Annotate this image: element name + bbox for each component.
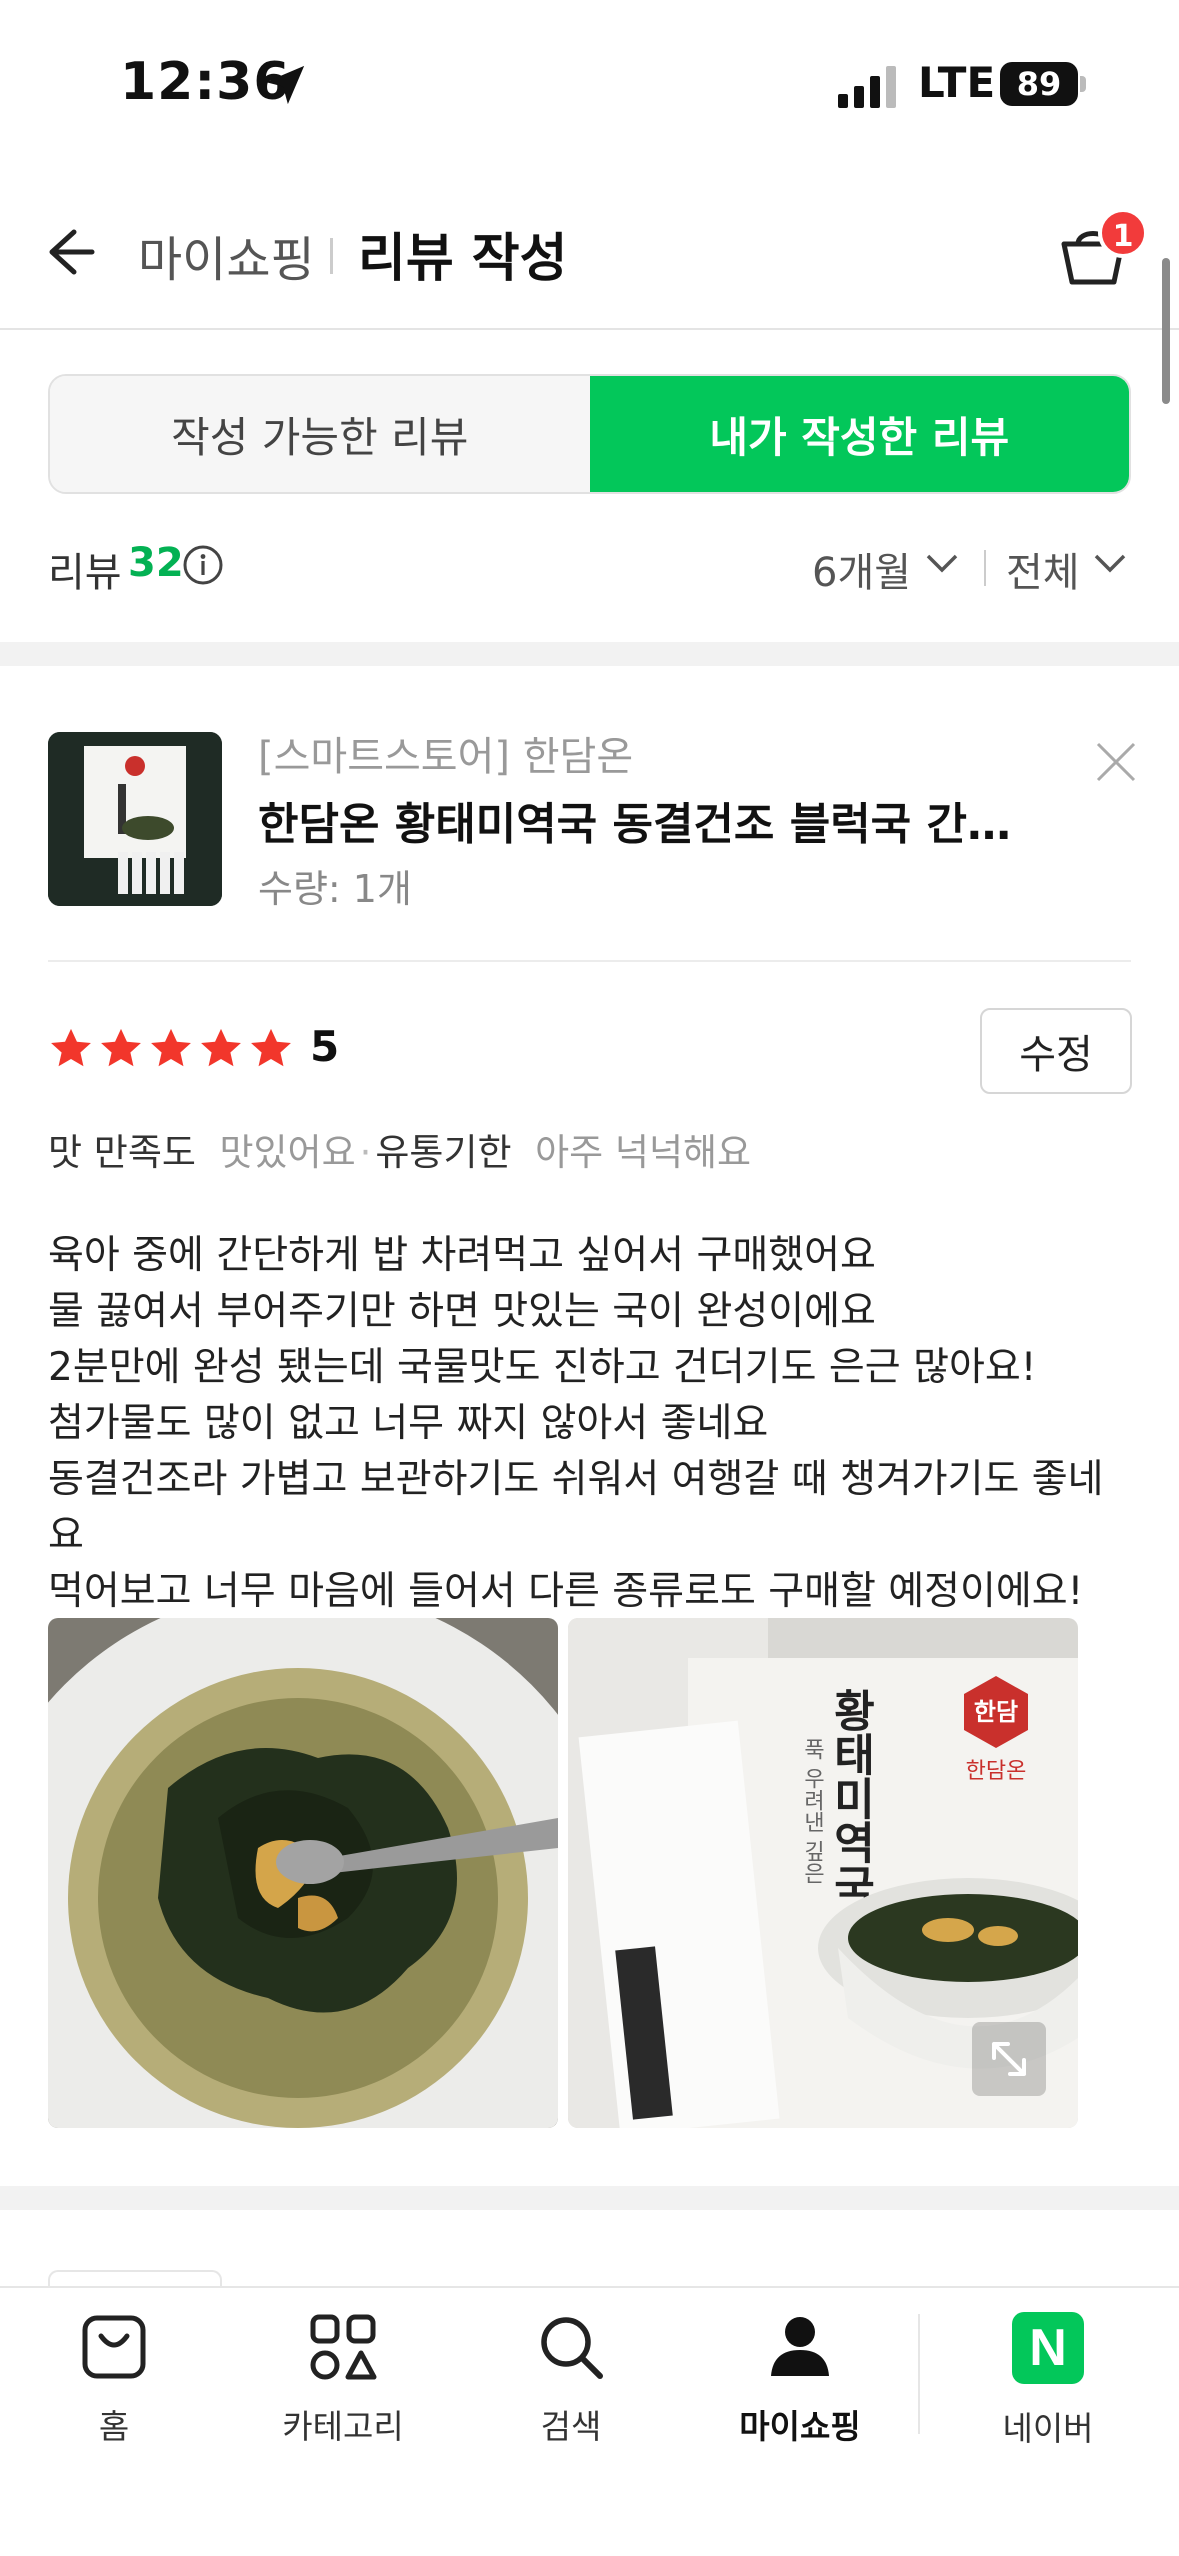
product-name[interactable]: 한담온 황태미역국 동결건조 블럭국 간편... xyxy=(258,788,1048,852)
breadcrumb-myshopping[interactable]: 마이쇼핑 xyxy=(138,220,315,290)
nav-search[interactable]: 검색 xyxy=(471,2312,671,2448)
breadcrumb-divider xyxy=(330,238,333,274)
product-quantity: 수량: 1개 xyxy=(258,867,412,911)
back-arrow-icon[interactable] xyxy=(40,222,100,282)
package-title: 황태미역국 xyxy=(825,1688,876,1908)
divider xyxy=(48,960,1131,962)
section-gap xyxy=(0,2186,1179,2210)
filter-row: 리뷰 32 6개월 전체 xyxy=(48,540,1131,600)
product-thumbnail[interactable] xyxy=(48,732,222,906)
scope-dropdown[interactable]: 전체 xyxy=(1006,540,1080,598)
attribute-key: 유통기한 xyxy=(375,1131,512,1174)
bottom-navigation: 홈 카테고리 검색 마이쇼핑 N 네이버 xyxy=(0,2286,1179,2556)
attribute-value: 맛있어요 xyxy=(219,1131,356,1174)
review-count-label: 리뷰 xyxy=(48,550,122,596)
section-gap xyxy=(0,642,1179,666)
star-rating xyxy=(48,1026,294,1072)
tab-writable-reviews[interactable]: 작성 가능한 리뷰 xyxy=(50,376,590,492)
store-name[interactable]: [스마트스토어] 한담온 xyxy=(258,724,633,782)
page-title: 리뷰 작성 xyxy=(358,229,568,289)
attribute-separator: · xyxy=(359,1131,372,1174)
review-line: 첨가물도 많이 없고 너무 짜지 않아서 좋네요 xyxy=(48,1401,769,1446)
review-count: 32 xyxy=(128,540,184,586)
cellular-signal-icon xyxy=(838,66,896,108)
info-icon[interactable] xyxy=(182,544,224,586)
search-icon xyxy=(541,2317,603,2379)
battery-icon: 89 xyxy=(1000,62,1078,106)
chevron-down-icon[interactable] xyxy=(1092,552,1128,576)
nav-naver[interactable]: N 네이버 xyxy=(948,2312,1148,2450)
person-icon xyxy=(771,2317,829,2376)
nav-label: 카테고리 xyxy=(282,2407,404,2446)
review-photo-soup[interactable] xyxy=(48,1618,558,2128)
brand-logo-text: 한담 xyxy=(974,1698,1018,1726)
nav-myshopping[interactable]: 마이쇼핑 xyxy=(700,2312,900,2448)
filter-divider xyxy=(984,550,986,586)
review-line: 물 끓여서 부어주기만 하면 맛있는 국이 완성이에요 xyxy=(48,1289,876,1334)
nav-label: 네이버 xyxy=(1002,2409,1094,2448)
nav-label: 홈 xyxy=(98,2407,130,2446)
period-dropdown[interactable]: 6개월 xyxy=(812,540,911,598)
nav-category[interactable]: 카테고리 xyxy=(243,2312,443,2448)
rating-value: 5 xyxy=(310,1022,340,1071)
review-body: 육아 중에 간단하게 밥 차려먹고 싶어서 구매했어요 물 끓여서 부어주기만 … xyxy=(48,1228,1138,1620)
soup-bowl-image xyxy=(48,1618,558,2128)
scrollbar[interactable] xyxy=(1162,258,1170,404)
battery-level: 89 xyxy=(1016,65,1062,103)
battery-tip xyxy=(1080,76,1086,92)
review-tabs: 작성 가능한 리뷰 내가 작성한 리뷰 xyxy=(48,374,1131,494)
close-icon[interactable] xyxy=(1094,740,1138,784)
review-line: 먹어보고 너무 마음에 들어서 다른 종류로도 구매할 예정이에요! xyxy=(48,1569,1084,1614)
star-icon xyxy=(251,1028,291,1067)
attribute-key: 맛 만족도 xyxy=(48,1131,196,1174)
review-photo-package[interactable]: 푹 우려낸 깊은 황태미역국 한담 한담온 xyxy=(568,1618,1078,2128)
naver-icon: N xyxy=(1012,2312,1084,2384)
star-icon xyxy=(151,1028,191,1067)
star-icon xyxy=(201,1028,241,1067)
package-brand: 한담온 xyxy=(966,1759,1027,1784)
star-icon xyxy=(51,1028,91,1067)
network-type: LTE xyxy=(918,58,996,107)
edit-button[interactable]: 수정 xyxy=(980,1008,1132,1094)
product-package-image xyxy=(48,732,222,906)
review-line: 육아 중에 간단하게 밥 차려먹고 싶어서 구매했어요 xyxy=(48,1233,876,1278)
star-icon xyxy=(101,1028,141,1067)
category-icon xyxy=(310,2314,377,2380)
package-subtext: 푹 우려낸 깊은 xyxy=(800,1738,825,1884)
review-line: 동결건조라 가볍고 보관하기도 쉬워서 여행갈 때 챙겨가기도 좋네요 xyxy=(48,1457,1104,1558)
tab-my-reviews[interactable]: 내가 작성한 리뷰 xyxy=(589,376,1129,492)
nav-home[interactable]: 홈 xyxy=(14,2312,214,2448)
attribute-value: 아주 넉넉해요 xyxy=(535,1131,752,1174)
nav-label: 마이쇼핑 xyxy=(739,2407,861,2446)
nav-divider xyxy=(918,2314,920,2434)
review-attributes: 맛 만족도 맛있어요 · 유통기한 아주 넉넉해요 xyxy=(48,1122,751,1176)
nav-label: 검색 xyxy=(540,2407,602,2446)
status-bar: 12:36 LTE 89 xyxy=(0,0,1179,180)
expand-icon[interactable] xyxy=(972,2022,1046,2096)
location-arrow-icon xyxy=(265,65,305,105)
cart-count-badge: 1 xyxy=(1098,208,1148,258)
top-header: 마이쇼핑 리뷰 작성 1 xyxy=(0,180,1179,330)
review-line: 2분만에 완성 됐는데 국물맛도 진하고 건더기도 은근 많아요! xyxy=(48,1345,1037,1390)
chevron-down-icon[interactable] xyxy=(924,552,960,576)
bag-icon xyxy=(82,2315,146,2379)
